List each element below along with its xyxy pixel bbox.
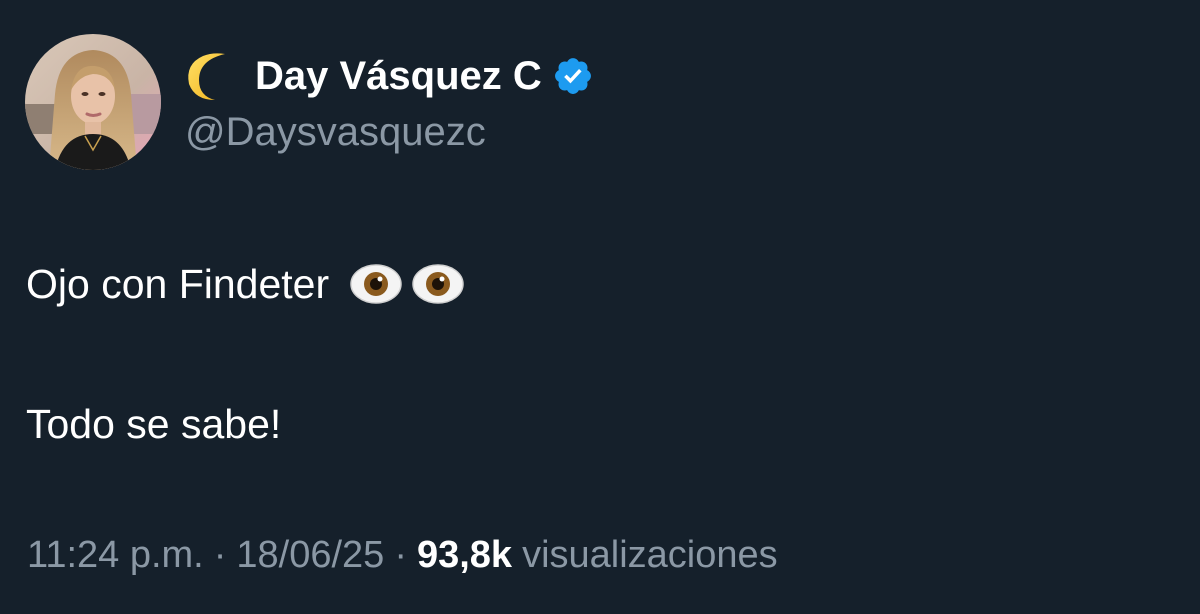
- eye-icon: [349, 263, 403, 305]
- eye-icon: [411, 263, 465, 305]
- eyes-emoji: [349, 263, 473, 305]
- tweet-text: Todo se sabe!: [26, 400, 282, 447]
- tweet-date[interactable]: 18/06/25: [236, 534, 384, 577]
- author-name-row[interactable]: Day Vásquez C: [185, 50, 594, 102]
- tweet-text-line-2: Todo se sabe!: [26, 398, 281, 450]
- verified-badge-icon[interactable]: [552, 55, 594, 97]
- tweet-card: Day Vásquez C @Daysvasquezc Ojo con Find…: [0, 0, 1200, 614]
- views-label[interactable]: visualizaciones: [522, 534, 778, 577]
- tweet-text: Ojo con Findeter: [26, 260, 330, 307]
- author-handle[interactable]: @Daysvasquezc: [185, 110, 486, 155]
- tweet-time[interactable]: 11:24 p.m.: [27, 534, 204, 577]
- meta-separator: ·: [394, 533, 407, 576]
- views-count[interactable]: 93,8k: [417, 534, 512, 577]
- meta-separator: ·: [213, 533, 227, 576]
- author-display-name[interactable]: Day Vásquez C: [255, 54, 542, 99]
- tweet-text-line-1: Ojo con Findeter: [26, 258, 473, 310]
- avatar-image: [25, 34, 161, 170]
- tweet-meta: 11:24 p.m. · 18/06/25 · 93,8k visualizac…: [27, 530, 778, 580]
- avatar[interactable]: [25, 34, 161, 170]
- crescent-moon-icon: [185, 50, 239, 102]
